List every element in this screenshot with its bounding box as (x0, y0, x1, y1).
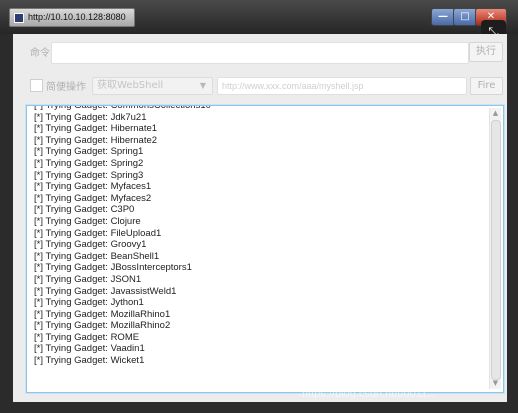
app-window: http://10.10.10.128:8080 — □ ✕ ⤡ 命令 执行 简… (0, 0, 518, 413)
log-line: [*] Trying Gadget: C3P0 (34, 204, 135, 216)
maximize-icon: □ (460, 11, 470, 22)
fire-button[interactable]: Fire (470, 77, 503, 95)
command-label: 命令 (30, 48, 50, 59)
minimize-button[interactable]: — (431, 8, 455, 26)
simple-ops-label: 简便操作 (46, 82, 86, 93)
log-line: [*] Trying Gadget: Groovy1 (34, 239, 147, 251)
execute-button[interactable]: 执行 (469, 42, 503, 62)
log-line: [*] Trying Gadget: Clojure (34, 215, 141, 227)
log-line: [*] Trying Gadget: Spring3 (34, 169, 144, 181)
maximize-button[interactable]: □ (453, 8, 477, 26)
log-line: [*] Trying Gadget: Myfaces2 (34, 192, 152, 204)
log-line: [*] Trying Gadget: Hibernate2 (34, 134, 158, 146)
log-line: [*] Trying Gadget: Spring1 (34, 146, 144, 158)
scroll-down-icon[interactable]: ▼ (490, 378, 501, 389)
log-line: [*] Trying Gadget: Vaadin1 (34, 343, 145, 355)
log-line: [*] Trying Gadget: Wicket1 (34, 355, 145, 367)
watermark: https://blog.csdn.net/u011... (302, 388, 437, 400)
operation-select-value: 获取WebShell (97, 80, 164, 91)
output-log: [*] Trying Gadget: CommonsCollections10[… (34, 105, 484, 367)
scroll-up-icon[interactable]: ▲ (490, 108, 501, 119)
vertical-scrollbar[interactable]: ▲ ▼ (489, 108, 501, 389)
scroll-thumb[interactable] (491, 120, 501, 380)
log-line: [*] Trying Gadget: MozillaRhino2 (34, 320, 171, 332)
app-icon (14, 13, 24, 23)
log-line: [*] Trying Gadget: BeanShell1 (34, 250, 160, 262)
title-bar[interactable]: http://10.10.10.128:8080 — □ ✕ (0, 0, 518, 34)
simple-ops-checkbox[interactable] (30, 79, 43, 92)
log-line: [*] Trying Gadget: JSON1 (34, 273, 142, 285)
minimize-icon: — (438, 11, 448, 22)
window-title: http://10.10.10.128:8080 (28, 12, 126, 22)
operation-select[interactable]: 获取WebShell ▼ (92, 77, 213, 95)
log-line: [*] Trying Gadget: Hibernate1 (34, 123, 158, 135)
log-line: [*] Trying Gadget: ROME (34, 331, 140, 343)
log-line: [*] Trying Gadget: JavassistWeld1 (34, 285, 177, 297)
chevron-down-icon: ▼ (199, 81, 206, 90)
log-line: [*] Trying Gadget: Jython1 (34, 297, 144, 309)
shell-url-input[interactable]: http://www.xxx.com/aaa/myshell.jsp (217, 77, 467, 95)
main-panel: 命令 执行 简便操作 获取WebShell ▼ http://www.xxx.c… (13, 34, 507, 402)
log-line: [*] Trying Gadget: FileUpload1 (34, 227, 162, 239)
log-line: [*] Trying Gadget: Myfaces1 (34, 181, 152, 193)
log-line: [*] Trying Gadget: CommonsCollections10 (34, 105, 211, 111)
output-textarea[interactable]: [*] Trying Gadget: CommonsCollections10[… (26, 105, 504, 393)
log-line: [*] Trying Gadget: JBossInterceptors1 (34, 262, 192, 274)
log-line: [*] Trying Gadget: Spring2 (34, 157, 144, 169)
window-title-box: http://10.10.10.128:8080 (9, 8, 135, 27)
log-line: [*] Trying Gadget: MozillaRhino1 (34, 308, 171, 320)
command-input[interactable] (51, 42, 469, 64)
log-line: [*] Trying Gadget: Jdk7u21 (34, 111, 147, 123)
shell-url-placeholder: http://www.xxx.com/aaa/myshell.jsp (222, 81, 364, 91)
